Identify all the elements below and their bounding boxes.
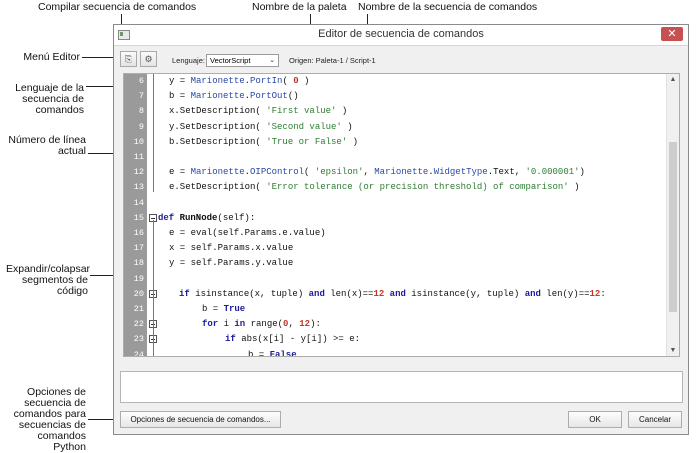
callout-script-name: Nombre de la secuencia de comandos [358, 1, 538, 13]
code-line: 16 e = eval(self.Params.e.value) [134, 226, 667, 241]
line-number: 19 [133, 273, 144, 284]
callout-expand-collapse: Expandir/colapsar segmentos de código [6, 263, 91, 297]
chevron-down-icon: ⌄ [269, 57, 275, 64]
code-line: 24 b = False [134, 348, 667, 356]
message-area [120, 371, 683, 403]
code-line: 23 if abs(x[i] - y[i]) >= e: [134, 332, 667, 347]
window-title: Editor de secuencia de comandos [318, 28, 484, 40]
compile-gear-icon: ⚙ [144, 54, 153, 64]
language-select[interactable]: VectorScript ⌄ [206, 54, 279, 67]
code-editor[interactable]: 6 y = Marionette.PortIn( 0 ) 7 b = Mario… [123, 73, 680, 357]
fold-guide [153, 220, 154, 356]
cancel-button[interactable]: Cancelar [628, 411, 682, 428]
fold-guide [153, 74, 154, 192]
line-number: 21 [133, 304, 144, 314]
line-number: 24 [133, 349, 144, 357]
line-number: 15 [133, 212, 144, 223]
line-number: 6 [138, 76, 144, 86]
scroll-thumb[interactable] [669, 142, 677, 312]
scroll-up-icon[interactable]: ▲ [667, 76, 679, 83]
line-number: 20 [133, 288, 144, 299]
callout-language: Lenguaje de la secuencia de comandos [15, 82, 84, 116]
close-icon: ✕ [667, 28, 677, 40]
toolbar: ⎘ ⚙ Lenguaje: VectorScript ⌄ Origen: Pal… [114, 46, 688, 72]
line-number: 16 [133, 228, 144, 238]
line-number: 8 [138, 106, 144, 117]
callout-editor-menu: Menú Editor [23, 51, 80, 63]
line-number: 9 [138, 121, 144, 132]
line-number: 23 [133, 334, 144, 345]
compile-button[interactable]: ⚙ [140, 51, 157, 67]
title-bar[interactable]: Editor de secuencia de comandos ✕ [114, 25, 688, 46]
code-line: 15 def RunNode(self): [134, 211, 667, 226]
line-number: 18 [133, 258, 144, 269]
scroll-down-icon[interactable]: ▼ [667, 347, 679, 354]
code-line: 12 e = Marionette.OIPControl( 'epsilon',… [134, 165, 667, 180]
code-line: 7 b = Marionette.PortOut() [139, 89, 667, 104]
code-line: 19 [134, 272, 667, 287]
line-number: 7 [138, 91, 144, 102]
script-editor-window: Editor de secuencia de comandos ✕ ⎘ ⚙ Le… [113, 24, 689, 435]
callout-script-options: Opciones de secuencia de comandos para s… [13, 386, 86, 453]
code-line: 10 b.SetDescription( 'True or False' ) [134, 135, 667, 150]
line-number: 10 [133, 136, 144, 147]
code-line: 14 [134, 196, 667, 211]
line-number: 12 [133, 167, 144, 178]
vertical-scrollbar[interactable]: ▲ ▼ [666, 74, 679, 356]
code-line: 9 y.SetDescription( 'Second value' ) [139, 120, 667, 135]
line-number: 14 [133, 197, 144, 208]
code-line: 8 x.SetDescription( 'First value' ) [139, 104, 667, 119]
line-number: 17 [133, 243, 144, 254]
code-area[interactable]: 6 y = Marionette.PortIn( 0 ) 7 b = Mario… [134, 74, 667, 356]
callout-current-line: Número de línea actual [8, 134, 86, 157]
code-line: 17 x = self.Params.x.value [134, 241, 667, 256]
code-line: 18 y = self.Params.y.value [134, 256, 667, 271]
script-options-button[interactable]: Opciones de secuencia de comandos... [120, 411, 281, 428]
language-value: VectorScript [210, 56, 251, 65]
language-label: Lenguaje: [172, 56, 205, 65]
code-line: 20 if isinstance(x, tuple) and len(x)==1… [134, 287, 667, 302]
ok-button[interactable]: OK [568, 411, 622, 428]
origin-label: Origen: Paleta-1 / Script-1 [289, 56, 376, 65]
editor-menu-icon: ⎘ [124, 54, 133, 64]
code-line: 21 b = True [134, 302, 667, 317]
code-line: 6 y = Marionette.PortIn( 0 ) [139, 74, 667, 89]
callout-compile: Compilar secuencia de comandos [38, 1, 197, 13]
code-line: 22 for i in range(0, 12): [134, 317, 667, 332]
editor-menu-button[interactable]: ⎘ [120, 51, 137, 67]
line-number: 11 [133, 152, 144, 162]
callout-palette-name: Nombre de la paleta [252, 1, 347, 13]
code-line: 13 e.SetDescription( 'Error tolerance (o… [134, 180, 667, 195]
close-button[interactable]: ✕ [661, 27, 683, 41]
line-number: 22 [133, 319, 144, 330]
code-line: 11 [134, 150, 667, 165]
line-number: 13 [133, 182, 144, 193]
